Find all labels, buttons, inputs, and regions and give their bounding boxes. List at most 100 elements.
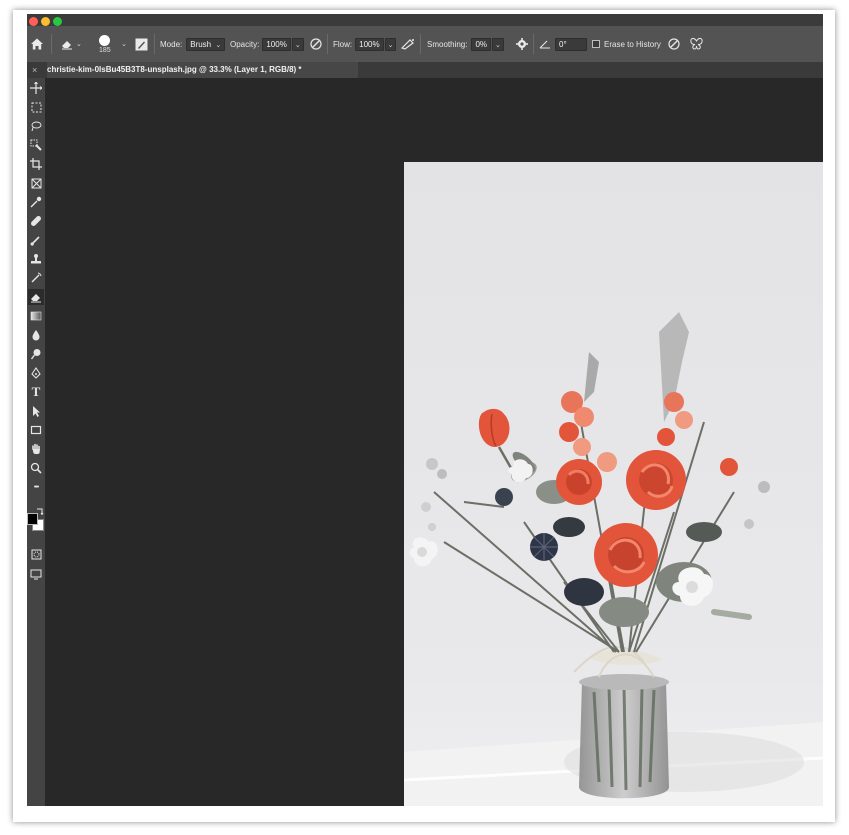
- brush-tool-icon: [30, 236, 40, 246]
- screen-mode-button[interactable]: [28, 566, 44, 582]
- mode-label: Mode:: [160, 39, 183, 49]
- rectangle-tool-icon: [30, 425, 42, 435]
- hand-tool[interactable]: [28, 441, 44, 457]
- pressure-size-button[interactable]: [667, 26, 681, 62]
- separator: [51, 34, 52, 54]
- pressure-opacity-button[interactable]: [309, 26, 323, 62]
- eraser-tool[interactable]: [28, 289, 44, 305]
- airbrush-button[interactable]: [400, 26, 416, 62]
- smoothing-dropdown[interactable]: ⌄: [492, 37, 504, 51]
- close-icon[interactable]: ×: [32, 62, 37, 78]
- lasso-tool[interactable]: [28, 118, 44, 134]
- quick-selection-tool-icon: [30, 139, 42, 151]
- opacity-dropdown[interactable]: ⌄: [291, 37, 304, 51]
- chevron-down-icon: ⌄: [215, 41, 222, 49]
- chevron-down-icon: ⌄: [294, 41, 301, 49]
- flower-bouquet-photo[interactable]: [404, 162, 823, 806]
- home-icon: [31, 38, 43, 50]
- frame-tool-icon: [31, 178, 41, 188]
- brush-size-value: 185: [99, 46, 111, 54]
- gradient-tool-icon: [30, 311, 42, 321]
- minimize-window-button[interactable]: [41, 17, 50, 26]
- tools-panel: T •••: [27, 78, 45, 806]
- screen-mode-icon: [30, 569, 42, 579]
- history-brush-tool-icon: [31, 272, 42, 283]
- document-tab-bar: × christie-kim-0IsBu45B3T8-unsplash.jpg …: [27, 62, 823, 78]
- foreground-color-swatch[interactable]: [27, 513, 38, 525]
- opacity-input[interactable]: 100%: [262, 37, 291, 51]
- path-selection-tool-icon: [33, 406, 40, 417]
- separator: [533, 34, 534, 54]
- gradient-tool[interactable]: [28, 308, 44, 324]
- separator: [154, 34, 155, 54]
- marquee-tool-icon: [31, 102, 41, 112]
- brush-settings-panel-icon: [135, 38, 148, 50]
- healing-brush-tool-icon: [31, 216, 41, 226]
- eyedropper-tool[interactable]: [28, 194, 44, 210]
- lasso-tool-icon: [31, 121, 42, 132]
- close-window-button[interactable]: [29, 17, 38, 26]
- blur-tool[interactable]: [28, 327, 44, 343]
- marquee-tool[interactable]: [28, 99, 44, 115]
- pressure-opacity-icon: [310, 38, 322, 50]
- eraser-tool-icon: [31, 294, 41, 303]
- eraser-icon: [62, 41, 72, 50]
- opacity-label: Opacity:: [230, 39, 260, 49]
- dodge-tool[interactable]: [28, 346, 44, 362]
- angle-icon: [539, 40, 550, 49]
- symmetry-button[interactable]: [689, 26, 704, 62]
- tool-preset-picker[interactable]: ⌄: [60, 26, 82, 62]
- smoothing-options-button[interactable]: [516, 26, 528, 62]
- flow-dropdown[interactable]: ⌄: [384, 37, 397, 51]
- erase-to-history-checkbox[interactable]: [592, 40, 600, 48]
- document-canvas[interactable]: [45, 78, 823, 806]
- brush-chevron[interactable]: ⌄: [119, 26, 127, 62]
- zoom-window-button[interactable]: [53, 17, 62, 26]
- crop-tool-icon: [30, 158, 42, 170]
- smoothing-label: Smoothing:: [427, 39, 468, 49]
- brush-tool[interactable]: [28, 232, 44, 248]
- document-tab[interactable]: × christie-kim-0IsBu45B3T8-unsplash.jpg …: [32, 62, 358, 78]
- frame-tool[interactable]: [28, 175, 44, 191]
- brush-preset-picker[interactable]: 185: [99, 26, 111, 62]
- mode-dropdown[interactable]: Brush ⌄: [186, 37, 226, 51]
- more-tools-button[interactable]: •••: [28, 479, 44, 495]
- chevron-down-icon: ⌄: [121, 41, 127, 48]
- chevron-down-icon: ⌄: [76, 41, 82, 48]
- eyedropper-tool-icon: [30, 196, 42, 208]
- window-title-strip: [27, 14, 823, 26]
- flow-label: Flow:: [333, 39, 353, 49]
- flow-input[interactable]: 100%: [355, 37, 384, 51]
- quick-mask-button[interactable]: [28, 546, 44, 562]
- path-selection-tool[interactable]: [28, 403, 44, 419]
- rectangle-tool[interactable]: [28, 422, 44, 438]
- type-tool[interactable]: T: [28, 384, 44, 400]
- photoshop-window: ⌄ 185 ⌄ Mode: Brush ⌄ Opacity: 100% ⌄ Fl…: [27, 14, 823, 806]
- zoom-tool[interactable]: [28, 460, 44, 476]
- butterfly-icon: [690, 38, 703, 50]
- chevron-down-icon: ⌄: [495, 41, 501, 49]
- separator: [420, 34, 421, 54]
- mode-value: Brush: [190, 39, 212, 49]
- zoom-tool-icon: [30, 462, 42, 474]
- erase-to-history-option[interactable]: Erase to History: [592, 26, 661, 62]
- options-bar: ⌄ 185 ⌄ Mode: Brush ⌄ Opacity: 100% ⌄ Fl…: [27, 26, 823, 63]
- smoothing-input[interactable]: 0%: [471, 37, 492, 51]
- chevron-down-icon: ⌄: [387, 41, 394, 49]
- pen-tool[interactable]: [28, 365, 44, 381]
- crop-tool[interactable]: [28, 156, 44, 172]
- move-tool[interactable]: [28, 80, 44, 96]
- healing-brush-tool[interactable]: [28, 213, 44, 229]
- angle-input[interactable]: 0°: [555, 37, 587, 51]
- quick-selection-tool[interactable]: [28, 137, 44, 153]
- brush-tip-icon: [99, 34, 111, 46]
- clone-stamp-tool[interactable]: [28, 251, 44, 267]
- blur-tool-icon: [32, 330, 40, 341]
- airbrush-icon: [400, 39, 414, 50]
- separator: [327, 34, 328, 54]
- gear-icon: [516, 38, 528, 50]
- brush-settings-button[interactable]: [135, 26, 148, 62]
- home-button[interactable]: [30, 26, 44, 62]
- history-brush-tool[interactable]: [28, 270, 44, 286]
- erase-to-history-label: Erase to History: [604, 39, 661, 49]
